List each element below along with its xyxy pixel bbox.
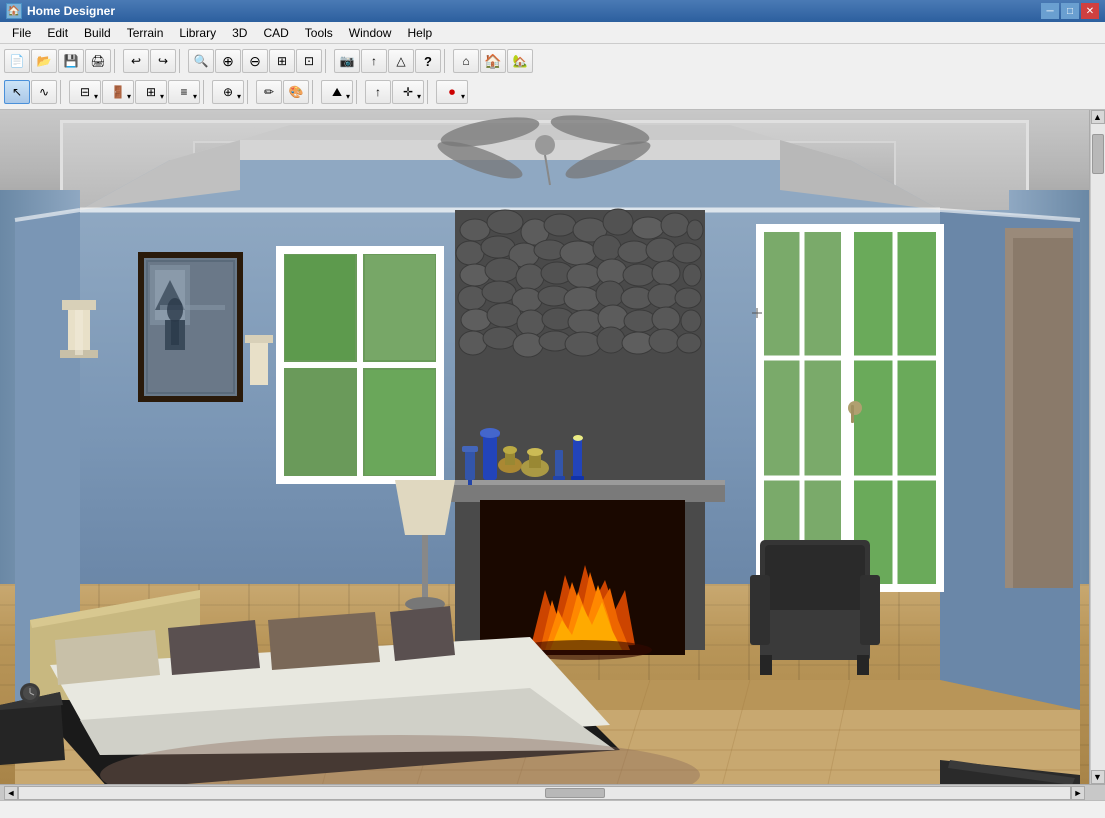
print-button[interactable]: 🖨 bbox=[85, 49, 111, 73]
menu-3d[interactable]: 3D bbox=[224, 24, 255, 42]
undo-button[interactable]: ↩ bbox=[123, 49, 149, 73]
scroll-corner bbox=[1085, 786, 1101, 800]
house-view3-button[interactable]: 🏡 bbox=[507, 49, 533, 73]
house-view1-button[interactable]: ⌂ bbox=[453, 49, 479, 73]
main-area: ▲ ▼ bbox=[0, 110, 1105, 784]
wall-tool[interactable]: ⊟ ▾ bbox=[69, 80, 101, 104]
maximize-button[interactable]: □ bbox=[1061, 3, 1079, 19]
window-controls: ─ □ ✕ bbox=[1041, 3, 1099, 19]
app-icon: 🏠 bbox=[6, 3, 22, 19]
scroll-right-button[interactable]: ► bbox=[1071, 786, 1085, 800]
record-button[interactable]: ⏺ ▾ bbox=[436, 80, 468, 104]
door-tool[interactable]: 🚪 ▾ bbox=[102, 80, 134, 104]
new-button[interactable]: 📄 bbox=[4, 49, 30, 73]
status-bar bbox=[0, 800, 1105, 818]
room-scene bbox=[0, 110, 1089, 784]
spline-tool[interactable]: ∿ bbox=[31, 80, 57, 104]
camera-button[interactable]: 📷 bbox=[334, 49, 360, 73]
paint-tool[interactable]: ✏ bbox=[256, 80, 282, 104]
stair-tool[interactable]: ≡ ▾ bbox=[168, 80, 200, 104]
close-button[interactable]: ✕ bbox=[1081, 3, 1099, 19]
scroll-up-button[interactable]: ▲ bbox=[1091, 110, 1105, 124]
house-view2-button[interactable]: 🏠 bbox=[480, 49, 506, 73]
toolbar-row-1: 📄 📂 💾 🖨 ↩ ↪ 🔍 ⊕ ⊖ ⊞ ⊡ 📷 ↑ △ ? ⌂ 🏠 🏡 bbox=[4, 46, 1101, 76]
pointer-tool[interactable]: ↖ bbox=[4, 80, 30, 104]
move-point-tool[interactable]: ✛ ▾ bbox=[392, 80, 424, 104]
zoom-fit-button[interactable]: ⊞ bbox=[269, 49, 295, 73]
zoom-magnify-button[interactable]: 🔍 bbox=[188, 49, 214, 73]
toolbar-separator-3 bbox=[325, 49, 331, 73]
arrow-up-2d[interactable]: ↑ bbox=[365, 80, 391, 104]
menu-help[interactable]: Help bbox=[399, 24, 440, 42]
toolbar-separator-7 bbox=[247, 80, 253, 104]
toolbar-row-2: ↖ ∿ ⊟ ▾ 🚪 ▾ ⊞ ▾ ≡ ▾ ⊕ ▾ ✏ 🎨 ⛰ ▾ bbox=[4, 77, 1101, 107]
terrain-tool[interactable]: ⛰ ▾ bbox=[321, 80, 353, 104]
scroll-left-button[interactable]: ◄ bbox=[4, 786, 18, 800]
toolbar-separator-9 bbox=[356, 80, 362, 104]
window-title: Home Designer bbox=[27, 4, 1041, 18]
scene-svg bbox=[0, 110, 1089, 784]
up-arrow-button[interactable]: ↑ bbox=[361, 49, 387, 73]
menu-window[interactable]: Window bbox=[341, 24, 400, 42]
cabinet-tool[interactable]: ⊞ ▾ bbox=[135, 80, 167, 104]
toolbar-separator-8 bbox=[312, 80, 318, 104]
title-bar: 🏠 Home Designer ─ □ ✕ bbox=[0, 0, 1105, 22]
menu-bar: File Edit Build Terrain Library 3D CAD T… bbox=[0, 22, 1105, 44]
scroll-track-vertical[interactable] bbox=[1091, 124, 1105, 770]
toolbar-separator-10 bbox=[427, 80, 433, 104]
menu-terrain[interactable]: Terrain bbox=[119, 24, 172, 42]
toolbar-separator-6 bbox=[203, 80, 209, 104]
menu-file[interactable]: File bbox=[4, 24, 39, 42]
save-button[interactable]: 💾 bbox=[58, 49, 84, 73]
pattern-tool[interactable]: 🎨 bbox=[283, 80, 309, 104]
minimize-button[interactable]: ─ bbox=[1041, 3, 1059, 19]
toolbar-separator-1 bbox=[114, 49, 120, 73]
scroll-thumb-vertical[interactable] bbox=[1092, 134, 1104, 174]
toolbar-separator-2 bbox=[179, 49, 185, 73]
copy-tool[interactable]: ⊕ ▾ bbox=[212, 80, 244, 104]
roof-button[interactable]: △ bbox=[388, 49, 414, 73]
toolbar-separator-5 bbox=[60, 80, 66, 104]
zoom-all-button[interactable]: ⊡ bbox=[296, 49, 322, 73]
menu-library[interactable]: Library bbox=[171, 24, 224, 42]
redo-button[interactable]: ↪ bbox=[150, 49, 176, 73]
menu-edit[interactable]: Edit bbox=[39, 24, 76, 42]
help-button[interactable]: ? bbox=[415, 49, 441, 73]
scroll-track-horizontal[interactable] bbox=[18, 786, 1071, 800]
open-button[interactable]: 📂 bbox=[31, 49, 57, 73]
scroll-bottom[interactable]: ◄ ► bbox=[0, 784, 1105, 800]
menu-cad[interactable]: CAD bbox=[255, 24, 296, 42]
menu-build[interactable]: Build bbox=[76, 24, 119, 42]
scroll-down-button[interactable]: ▼ bbox=[1091, 770, 1105, 784]
scroll-thumb-horizontal[interactable] bbox=[545, 788, 605, 798]
zoom-out-button[interactable]: ⊖ bbox=[242, 49, 268, 73]
toolbar-separator-4 bbox=[444, 49, 450, 73]
zoom-in-button[interactable]: ⊕ bbox=[215, 49, 241, 73]
toolbars: 📄 📂 💾 🖨 ↩ ↪ 🔍 ⊕ ⊖ ⊞ ⊡ 📷 ↑ △ ? ⌂ 🏠 🏡 ↖ ∿ … bbox=[0, 44, 1105, 110]
menu-tools[interactable]: Tools bbox=[297, 24, 341, 42]
scrollbar-right[interactable]: ▲ ▼ bbox=[1089, 110, 1105, 784]
viewport[interactable] bbox=[0, 110, 1089, 784]
